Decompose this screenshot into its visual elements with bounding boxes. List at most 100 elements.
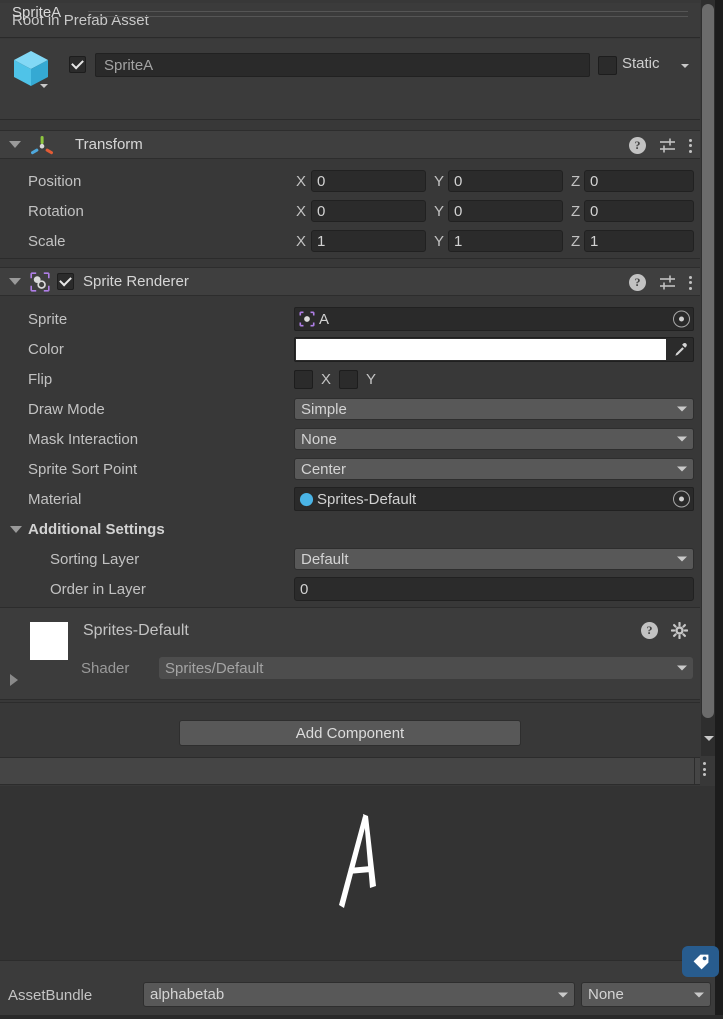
window-bottom-edge [0, 1015, 723, 1019]
tag-icon[interactable] [682, 946, 719, 977]
asset-bundle-variant-dropdown[interactable]: None [581, 982, 711, 1007]
help-icon[interactable]: ? [641, 622, 658, 639]
material-row: Material Sprites-Default [0, 484, 700, 514]
sprite-sort-point-label: Sprite Sort Point [28, 460, 138, 478]
help-icon[interactable]: ? [629, 137, 646, 154]
color-field[interactable] [294, 336, 694, 362]
preview-panel-header[interactable] [0, 757, 700, 785]
preview-menu-divider [694, 757, 695, 785]
scale-y-axis-label: Y [434, 232, 445, 250]
sprite-sort-point-dropdown[interactable]: Center [294, 458, 694, 480]
sprite-preview-canvas[interactable] [0, 786, 715, 960]
rotation-z-input[interactable]: 0 [584, 200, 694, 222]
scale-y-value: 1 [454, 232, 463, 250]
scroll-down-arrow-icon[interactable] [704, 736, 714, 741]
transform-overflow-menu-icon[interactable] [689, 138, 692, 153]
position-x-input[interactable]: 0 [311, 170, 426, 192]
sprite-renderer-foldout-arrow[interactable] [9, 278, 21, 285]
static-dropdown-caret[interactable] [681, 64, 689, 68]
flip-y-label: Y [366, 370, 377, 388]
additional-settings-row[interactable]: Additional Settings [0, 514, 700, 544]
position-y-axis-label: Y [434, 172, 445, 190]
sorting-layer-label: Sorting Layer [50, 550, 140, 568]
asset-bundle-variant-value: None [588, 986, 624, 1003]
gameobject-name-input[interactable]: SpriteA [95, 53, 590, 77]
rotation-y-axis-label: Y [434, 202, 445, 220]
scale-x-input[interactable]: 1 [311, 230, 426, 252]
mask-interaction-dropdown[interactable]: None [294, 428, 694, 450]
draw-mode-dropdown[interactable]: Simple [294, 398, 694, 420]
draw-mode-row: Draw Mode Simple [0, 394, 700, 424]
scale-z-input[interactable]: 1 [584, 230, 694, 252]
flip-y-checkbox[interactable] [339, 369, 358, 389]
rotation-z-axis-label: Z [571, 202, 581, 220]
static-checkbox[interactable] [598, 56, 617, 75]
rotation-y-value: 0 [454, 202, 463, 220]
position-label: Position [28, 172, 82, 190]
shader-label: Shader [81, 660, 130, 677]
sprite-renderer-icon [30, 271, 50, 292]
rotation-y-input[interactable]: 0 [448, 200, 563, 222]
color-swatch[interactable] [296, 338, 666, 360]
sprite-value: A [319, 310, 330, 328]
asset-bundle-value: alphabetab [150, 986, 225, 1003]
shader-dropdown[interactable]: Sprites/Default [159, 657, 693, 679]
transform-foldout-arrow[interactable] [9, 141, 21, 148]
transform-component-header[interactable]: Transform ? [0, 130, 700, 159]
sprite-renderer-header-icons: ? [629, 268, 692, 297]
position-y-input[interactable]: 0 [448, 170, 563, 192]
static-label: Static [622, 55, 660, 72]
asset-bundle-dropdown[interactable]: alphabetab [143, 982, 575, 1007]
color-label: Color [28, 340, 64, 358]
sprite-object-picker-icon[interactable] [673, 310, 690, 328]
transform-position-row: Position X 0 Y 0 Z 0 [0, 166, 700, 196]
scale-x-axis-label: X [296, 232, 307, 250]
preset-settings-icon[interactable] [659, 137, 676, 154]
add-component-button[interactable]: Add Component [179, 720, 521, 746]
material-asset-icon [299, 492, 314, 506]
gameobject-enabled-checkbox[interactable] [69, 56, 86, 73]
sorting-layer-dropdown[interactable]: Default [294, 548, 694, 570]
position-z-input[interactable]: 0 [584, 170, 694, 192]
eyedropper-icon[interactable] [672, 342, 689, 359]
sprite-renderer-title: Sprite Renderer [83, 273, 189, 290]
sprite-object-field[interactable]: A [294, 307, 694, 331]
order-in-layer-label: Order in Layer [50, 580, 146, 598]
preset-settings-icon[interactable] [659, 274, 676, 291]
material-preview-name: Sprites-Default [83, 622, 189, 639]
sprite-renderer-component-header[interactable]: Sprite Renderer ? [0, 267, 700, 296]
position-x-axis-label: X [296, 172, 307, 190]
gameobject-icon-dropdown-caret[interactable] [40, 84, 48, 88]
order-in-layer-value: 0 [300, 580, 309, 598]
transform-gizmo-icon [31, 135, 53, 154]
material-preview-block: Sprites-Default Shader Sprites/Default ? [0, 607, 700, 700]
cube-icon[interactable] [10, 47, 52, 89]
inspector-scrollbar-thumb[interactable] [702, 4, 714, 718]
order-in-layer-row: Order in Layer 0 [0, 574, 700, 604]
position-y-value: 0 [454, 172, 463, 190]
help-icon[interactable]: ? [629, 274, 646, 291]
shader-value: Sprites/Default [165, 659, 264, 677]
material-preview-foldout-arrow[interactable] [10, 674, 18, 686]
sprite-sort-point-row: Sprite Sort Point Center [0, 454, 700, 484]
material-object-field[interactable]: Sprites-Default [294, 487, 694, 511]
material-preview-swatch [30, 622, 68, 660]
rotation-z-value: 0 [590, 202, 599, 220]
rotation-x-input[interactable]: 0 [311, 200, 426, 222]
rotation-label: Rotation [28, 202, 84, 220]
flip-x-label: X [321, 370, 332, 388]
order-in-layer-input[interactable]: 0 [294, 577, 694, 601]
draw-mode-value: Simple [301, 400, 347, 418]
gear-icon[interactable] [671, 622, 688, 639]
sprite-renderer-enabled-checkbox[interactable] [57, 273, 74, 290]
sprite-renderer-overflow-menu-icon[interactable] [689, 275, 692, 290]
unity-inspector-window: Root in Prefab Asset SpriteA Static Tag … [0, 0, 723, 1019]
additional-settings-foldout-arrow[interactable] [10, 525, 22, 533]
position-z-value: 0 [590, 172, 599, 190]
preview-overflow-menu-icon[interactable] [703, 762, 706, 776]
scale-y-input[interactable]: 1 [448, 230, 563, 252]
add-component-label: Add Component [295, 724, 405, 742]
material-object-picker-icon[interactable] [673, 490, 690, 508]
sprite-sort-point-value: Center [301, 460, 347, 478]
flip-x-checkbox[interactable] [294, 369, 313, 389]
